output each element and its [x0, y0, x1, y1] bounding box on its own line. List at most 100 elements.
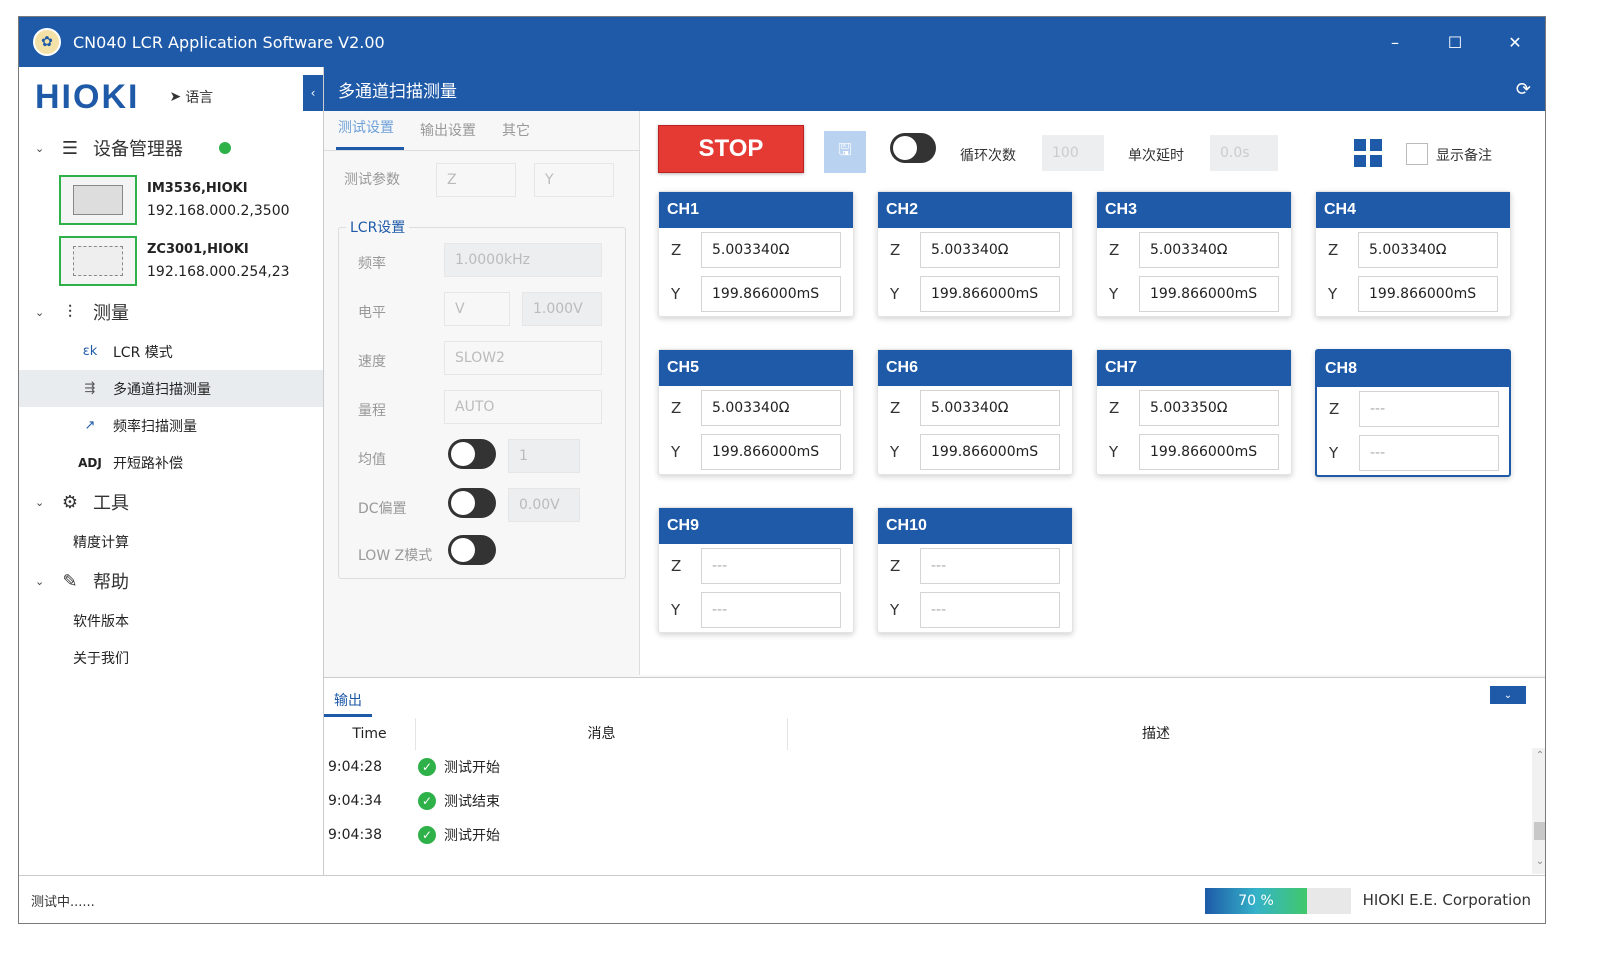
tab-output[interactable]: 输出 — [324, 684, 372, 717]
low-z-toggle[interactable] — [448, 535, 496, 565]
nav-label: LCR 模式 — [113, 344, 173, 361]
z-value: 5.003340Ω — [1358, 232, 1498, 268]
loop-toggle[interactable] — [890, 133, 936, 163]
single-delay-input[interactable]: 0.0s — [1210, 135, 1278, 171]
device-item[interactable]: IM3536,HIOKI 192.168.000.2,3500 — [19, 169, 323, 230]
channel-card[interactable]: CH8 Z --- Y --- — [1315, 349, 1511, 477]
level-input[interactable]: 1.000V — [522, 292, 602, 326]
language-label: 语言 — [185, 90, 214, 106]
channel-card[interactable]: CH3 Z 5.003340Ω Y 199.866000mS — [1096, 191, 1292, 317]
log-message: 测试开始 — [444, 760, 500, 776]
test-param-2-select[interactable]: Y — [534, 163, 614, 197]
log-message: 测试开始 — [444, 828, 500, 844]
test-param-label: 测试参数 — [344, 172, 400, 188]
chevron-up-icon[interactable]: ⌃ — [1532, 750, 1545, 766]
z-key: Z — [1329, 400, 1340, 418]
save-button[interactable]: 🖫 — [824, 131, 866, 173]
grid-view-icon[interactable] — [1354, 139, 1382, 167]
maximize-button[interactable]: ☐ — [1425, 17, 1485, 67]
channel-card[interactable]: CH6 Z 5.003340Ω Y 199.866000mS — [877, 349, 1073, 475]
group-measure[interactable]: ⌄ ⫶ 测量 — [19, 291, 323, 333]
sidebar: HIOKI ➤ 语言 ‹ ⌄ ☰ 设备管理器 IM3536,HIOKI 192.… — [19, 67, 323, 875]
settings-tabs: 测试设置 输出设置 其它 — [324, 111, 639, 151]
log-time: 9:04:38 — [328, 827, 382, 843]
test-param-1-select[interactable]: Z — [436, 163, 516, 197]
channel-name: CH1 — [659, 192, 853, 228]
sidebar-collapse-button[interactable]: ‹ — [303, 75, 323, 111]
language-button[interactable]: ➤ 语言 — [169, 87, 213, 107]
chevron-down-icon: ⌄ — [35, 141, 45, 155]
average-label: 均值 — [358, 452, 386, 468]
multichannel-icon: ⇶ — [84, 381, 96, 396]
show-note-checkbox[interactable] — [1406, 143, 1428, 165]
refresh-icon[interactable]: ⟳ — [1516, 79, 1531, 100]
average-toggle[interactable] — [448, 439, 496, 469]
frequency-label: 频率 — [358, 256, 386, 272]
z-value: 5.003340Ω — [701, 232, 841, 268]
tab-output-settings[interactable]: 输出设置 — [418, 120, 486, 150]
y-key: Y — [671, 443, 681, 461]
z-value: 5.003340Ω — [920, 232, 1060, 268]
output-scrollbar[interactable]: ⌃ ⌄ — [1532, 748, 1545, 874]
channel-name: CH9 — [659, 508, 853, 544]
channel-name: CH4 — [1316, 192, 1510, 228]
channel-card[interactable]: CH7 Z 5.003350Ω Y 199.866000mS — [1096, 349, 1292, 475]
dc-bias-label: DC偏置 — [358, 501, 407, 517]
minimize-button[interactable]: – — [1365, 17, 1425, 67]
progress-bar: 70 % — [1205, 888, 1351, 914]
speed-label: 速度 — [358, 354, 386, 370]
y-key: Y — [1109, 285, 1119, 303]
frequency-input[interactable]: 1.0000kHz — [444, 243, 602, 277]
nav-lcr-mode[interactable]: εk LCR 模式 — [19, 333, 323, 370]
z-value: 5.003340Ω — [920, 390, 1060, 426]
nav-accuracy-calc[interactable]: 精度计算 — [19, 523, 323, 560]
close-button[interactable]: ✕ — [1485, 17, 1545, 67]
channel-card[interactable]: CH10 Z --- Y --- — [877, 507, 1073, 633]
level-unit-select[interactable]: V — [444, 292, 510, 326]
range-select[interactable]: AUTO — [444, 390, 602, 424]
stop-button[interactable]: STOP — [658, 125, 804, 173]
channel-card[interactable]: CH5 Z 5.003340Ω Y 199.866000mS — [658, 349, 854, 475]
z-key: Z — [671, 399, 682, 417]
output-collapse-button[interactable]: ⌄ — [1490, 686, 1526, 704]
title-bar: ✿ CN040 LCR Application Software V2.00 –… — [19, 17, 1545, 67]
z-key: Z — [1328, 241, 1339, 259]
speed-select[interactable]: SLOW2 — [444, 341, 602, 375]
nav-about-us[interactable]: 关于我们 — [19, 639, 323, 676]
status-text: 测试中...... — [31, 895, 95, 910]
y-value: --- — [701, 592, 841, 628]
device-item[interactable]: ZC3001,HIOKI 192.168.000.254,23 — [19, 230, 323, 291]
nav-software-version[interactable]: 软件版本 — [19, 602, 323, 639]
nav-open-short-compensation[interactable]: ADJ 开短路补偿 — [19, 444, 323, 481]
group-help[interactable]: ⌄ ✎ 帮助 — [19, 560, 323, 602]
y-key: Y — [890, 443, 900, 461]
group-device-manager[interactable]: ⌄ ☰ 设备管理器 — [19, 127, 323, 169]
z-key: Z — [1109, 241, 1120, 259]
nav-multichannel-scan[interactable]: ⇶ 多通道扫描测量 — [19, 370, 323, 407]
channel-name: CH5 — [659, 350, 853, 386]
scanner-icon — [59, 235, 137, 286]
nav-frequency-sweep[interactable]: ↗ 频率扫描测量 — [19, 407, 323, 444]
channel-card[interactable]: CH4 Z 5.003340Ω Y 199.866000mS — [1315, 191, 1511, 317]
scrollbar-thumb[interactable] — [1534, 822, 1545, 840]
z-value: --- — [920, 548, 1060, 584]
adj-icon: ADJ — [78, 455, 102, 470]
table-row: 9:04:38 ✓ 测试开始 — [324, 818, 1524, 852]
group-help-label: 帮助 — [93, 572, 129, 593]
y-value: 199.866000mS — [701, 276, 841, 312]
tab-test-settings[interactable]: 测试设置 — [336, 117, 404, 150]
gear-icon: ⚙ — [61, 491, 79, 513]
dc-bias-input[interactable]: 0.00V — [508, 488, 580, 522]
loop-count-input[interactable]: 100 — [1042, 135, 1104, 171]
app-logo-icon: ✿ — [33, 28, 61, 56]
channel-card[interactable]: CH2 Z 5.003340Ω Y 199.866000mS — [877, 191, 1073, 317]
company-name: HIOKI E.E. Corporation — [1362, 891, 1531, 909]
column-description: 描述 — [1142, 726, 1170, 742]
group-tools[interactable]: ⌄ ⚙ 工具 — [19, 481, 323, 523]
channel-card[interactable]: CH1 Z 5.003340Ω Y 199.866000mS — [658, 191, 854, 317]
dc-bias-toggle[interactable] — [448, 488, 496, 518]
chevron-down-icon[interactable]: ⌄ — [1532, 856, 1545, 872]
channel-card[interactable]: CH9 Z --- Y --- — [658, 507, 854, 633]
tab-other[interactable]: 其它 — [500, 120, 540, 150]
average-input[interactable]: 1 — [508, 439, 580, 473]
